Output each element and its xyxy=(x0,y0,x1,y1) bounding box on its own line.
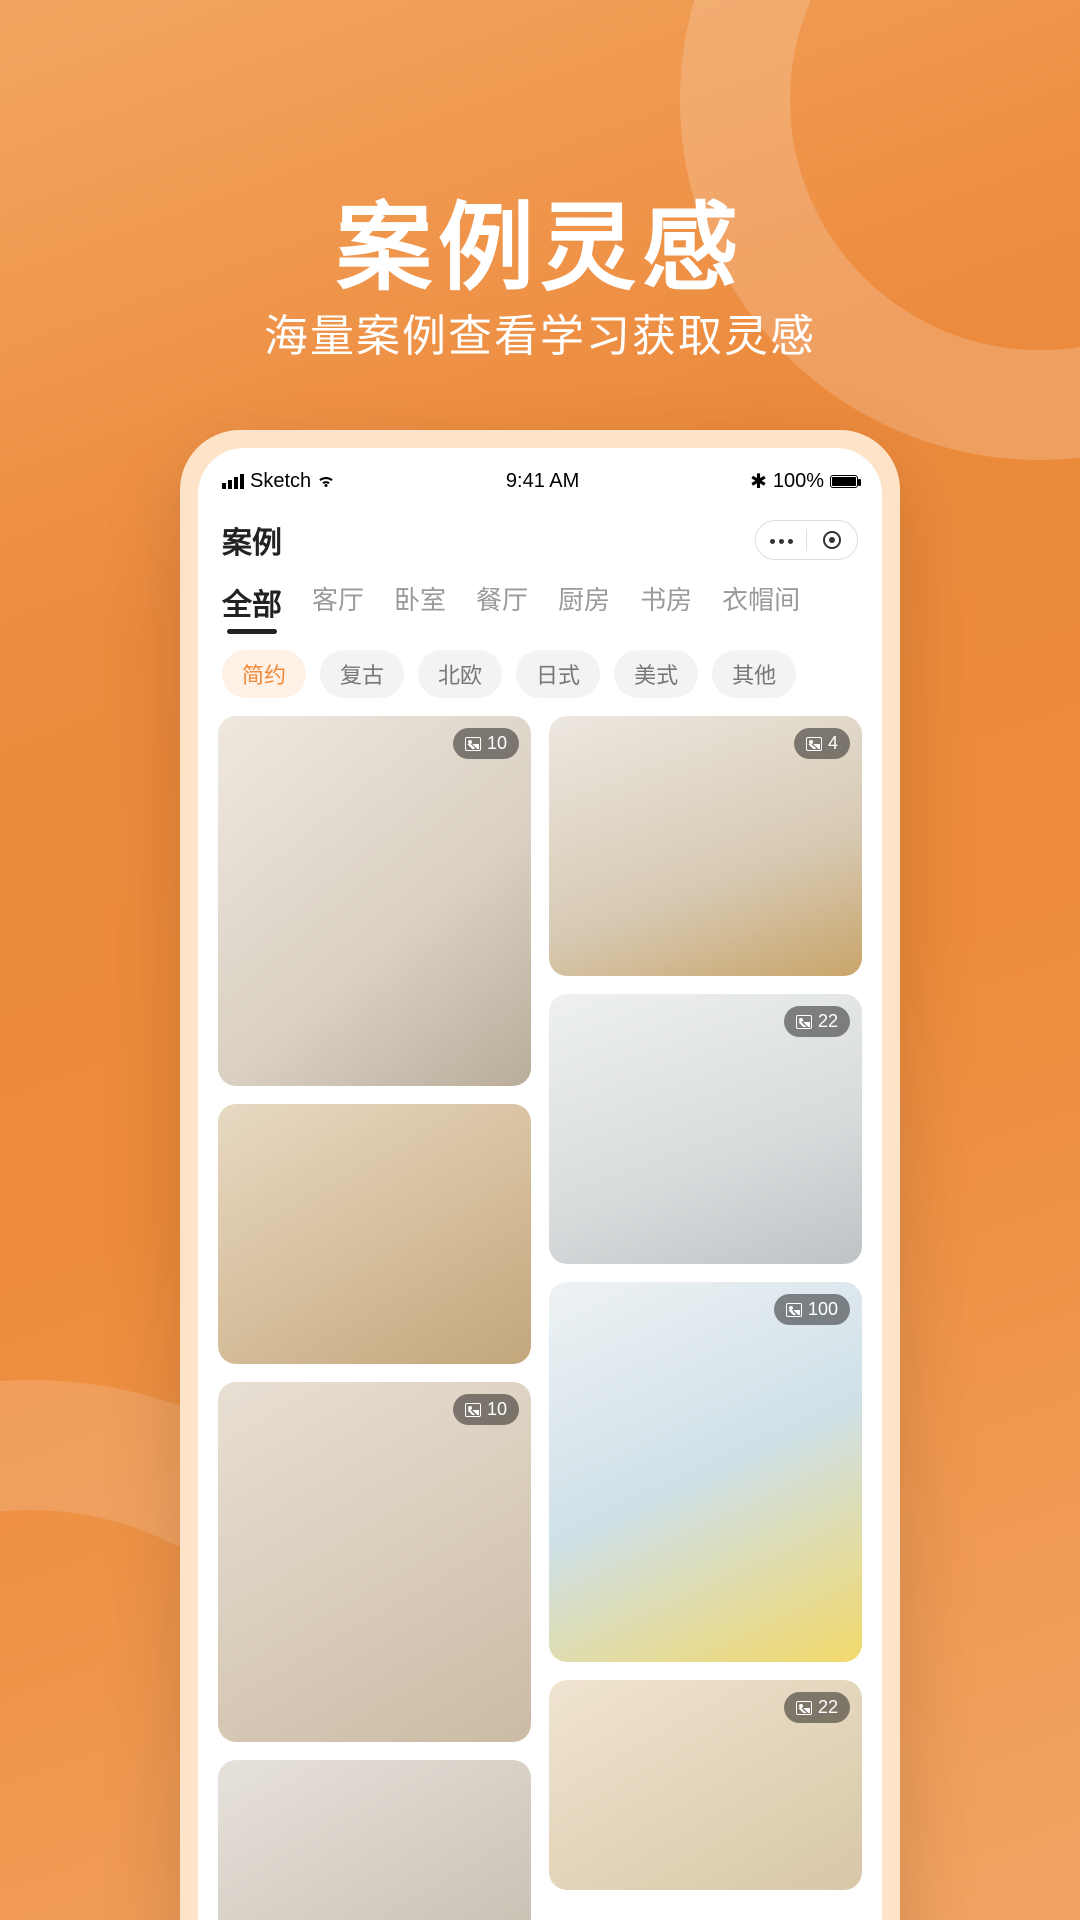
style-nordic[interactable]: 北欧 xyxy=(418,650,502,698)
capsule-close-button[interactable] xyxy=(807,521,857,559)
photo-count: 10 xyxy=(487,1399,507,1420)
tab-all[interactable]: 全部 xyxy=(222,580,282,634)
photo-count-badge: 4 xyxy=(794,728,850,759)
room-tabs: 全部 客厅 卧室 餐厅 厨房 书房 衣帽间 xyxy=(198,570,882,634)
battery-icon xyxy=(830,475,858,488)
case-card[interactable] xyxy=(218,1760,531,1920)
tab-bedroom[interactable]: 卧室 xyxy=(394,580,446,634)
case-card[interactable]: 4 xyxy=(549,716,862,976)
case-grid[interactable]: 10 10 xyxy=(198,710,882,1920)
tab-diningroom[interactable]: 餐厅 xyxy=(476,580,528,634)
photo-count: 22 xyxy=(818,1011,838,1032)
photo-count: 100 xyxy=(808,1299,838,1320)
phone-frame: Sketch 9:41 AM ✱ 100% 案例 xyxy=(180,430,900,1920)
case-card[interactable]: 10 xyxy=(218,716,531,1086)
case-card[interactable]: 22 xyxy=(549,1680,862,1890)
page-title: 案例 xyxy=(222,518,282,562)
wifi-icon xyxy=(317,472,335,490)
status-time: 9:41 AM xyxy=(506,470,579,493)
hero-title: 案例灵感 xyxy=(0,170,1080,309)
image-icon xyxy=(465,1403,481,1417)
phone-screen: Sketch 9:41 AM ✱ 100% 案例 xyxy=(198,448,882,1920)
image-icon xyxy=(786,1303,802,1317)
photo-count: 22 xyxy=(818,1697,838,1718)
carrier-label: Sketch xyxy=(250,470,311,493)
tab-livingroom[interactable]: 客厅 xyxy=(312,580,364,634)
photo-count: 4 xyxy=(828,733,838,754)
promo-background: 案例灵感 海量案例查看学习获取灵感 Sketch 9:41 AM ✱ 100% xyxy=(0,0,1080,1920)
case-card[interactable]: 100 xyxy=(549,1282,862,1662)
hero-subtitle: 海量案例查看学习获取灵感 xyxy=(0,300,1080,364)
signal-icon xyxy=(222,474,244,489)
grid-col-left: 10 10 xyxy=(218,716,531,1920)
style-american[interactable]: 美式 xyxy=(614,650,698,698)
tab-study[interactable]: 书房 xyxy=(640,580,692,634)
photo-count-badge: 22 xyxy=(784,1006,850,1037)
case-card[interactable] xyxy=(218,1104,531,1364)
style-japanese[interactable]: 日式 xyxy=(516,650,600,698)
image-icon xyxy=(796,1701,812,1715)
photo-count-badge: 10 xyxy=(453,728,519,759)
status-bar: Sketch 9:41 AM ✱ 100% xyxy=(198,458,882,504)
photo-count: 10 xyxy=(487,733,507,754)
style-filters: 简约 复古 北欧 日式 美式 其他 xyxy=(198,634,882,710)
bluetooth-icon: ✱ xyxy=(750,469,767,494)
image-icon xyxy=(806,737,822,751)
style-minimal[interactable]: 简约 xyxy=(222,650,306,698)
tab-kitchen[interactable]: 厨房 xyxy=(558,580,610,634)
style-other[interactable]: 其他 xyxy=(712,650,796,698)
case-card[interactable]: 22 xyxy=(549,994,862,1264)
battery-label: 100% xyxy=(773,470,824,493)
status-right: ✱ 100% xyxy=(750,469,858,494)
case-card[interactable]: 10 xyxy=(218,1382,531,1742)
page-header: 案例 xyxy=(198,504,882,570)
status-left: Sketch xyxy=(222,470,335,493)
image-icon xyxy=(465,737,481,751)
grid-col-right: 4 22 100 xyxy=(549,716,862,1920)
style-retro[interactable]: 复古 xyxy=(320,650,404,698)
capsule-more-button[interactable] xyxy=(756,521,806,559)
photo-count-badge: 10 xyxy=(453,1394,519,1425)
miniprogram-capsule[interactable] xyxy=(755,520,858,560)
photo-count-badge: 100 xyxy=(774,1294,850,1325)
photo-count-badge: 22 xyxy=(784,1692,850,1723)
image-icon xyxy=(796,1015,812,1029)
tab-closet[interactable]: 衣帽间 xyxy=(722,580,800,634)
